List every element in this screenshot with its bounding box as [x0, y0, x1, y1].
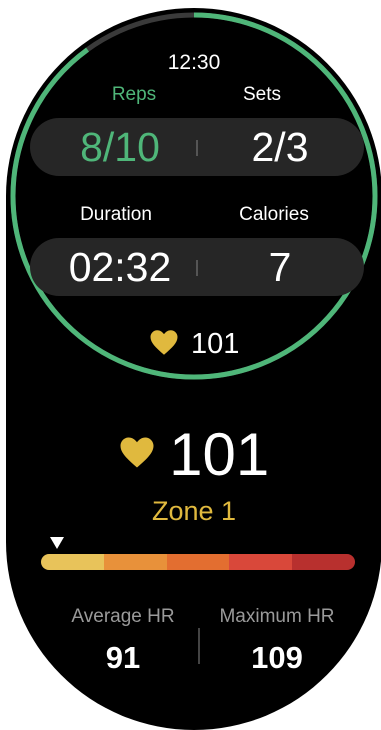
heart-rate-summary: 101: [6, 328, 381, 361]
heart-rate-zone: Zone 1: [151, 496, 237, 526]
watch-screen: 12:30 Reps Sets 8/10 2/3 Duration Calori…: [6, 8, 381, 730]
average-hr-label: Average HR: [71, 606, 175, 627]
panel-divider: [196, 140, 198, 156]
calories-value: 7: [268, 244, 292, 290]
stats-divider: [198, 628, 200, 664]
heart-icon: [149, 329, 179, 361]
zone-segment-3: [166, 554, 230, 570]
sets-value: 2/3: [251, 124, 309, 170]
duration-label: Duration: [80, 204, 152, 225]
heart-rate-value: 101: [191, 328, 240, 360]
heart-rate-large-value: 101: [169, 421, 270, 488]
heart-icon: [119, 436, 155, 474]
maximum-hr-label: Maximum HR: [219, 606, 335, 627]
zone-segment-1: [41, 554, 104, 570]
panel-divider: [196, 260, 198, 276]
duration-value: 02:32: [68, 244, 172, 290]
zone-segment-4: [229, 554, 293, 570]
zone-segment-5: [292, 554, 355, 570]
average-hr-value: 91: [105, 640, 141, 675]
zone-marker: [49, 537, 64, 549]
zone-segment-2: [103, 554, 167, 570]
zone-bar: [41, 554, 355, 570]
reps-sets-panel: 8/10 2/3: [30, 118, 364, 176]
heart-rate-display: 101: [6, 420, 381, 489]
sets-label: Sets: [242, 84, 282, 105]
reps-value: 8/10: [80, 124, 160, 170]
calories-label: Calories: [239, 204, 309, 225]
reps-label: Reps: [111, 84, 157, 105]
maximum-hr-value: 109: [251, 640, 303, 675]
duration-calories-panel: 02:32 7: [30, 238, 364, 296]
clock-time: 12:30: [167, 51, 221, 74]
